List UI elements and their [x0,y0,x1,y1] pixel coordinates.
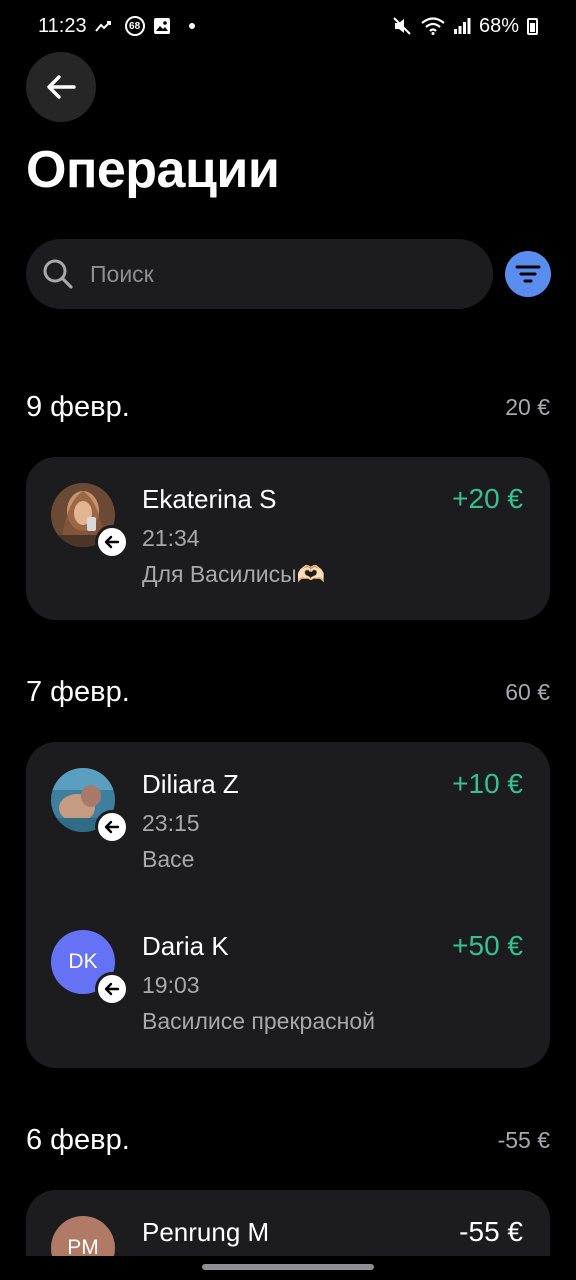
incoming-transfer-badge [95,972,129,1006]
gallery-icon [153,17,171,35]
transaction-amount: +10 € [452,768,523,799]
transaction-name: Diliara Z [142,769,239,799]
back-button[interactable] [26,52,96,122]
transaction-row[interactable]: Ekaterina S 21:34 Для Василисы🫶🏻 +20 € [26,483,550,603]
status-left: 11:23 68 [38,15,195,38]
transaction-time: 19:03 [142,972,200,998]
transaction-name: Ekaterina S [142,484,277,514]
arrow-left-icon [104,535,120,549]
section-header: 9 февр. 20 € [26,391,550,424]
transaction-time: 21:34 [142,525,200,551]
status-right: 68% [393,15,538,38]
transaction-amount: +20 € [452,483,523,514]
transaction-amount: +50 € [452,930,523,961]
section-header: 6 февр. -55 € [26,1124,550,1157]
search-bar[interactable] [26,239,493,309]
mute-icon [393,17,413,35]
transaction-row[interactable]: DK Daria K 19:03 Василисе прекрасной +50… [26,930,550,1050]
section-date: 7 февр. [26,676,130,708]
operations-screen: 11:23 68 68% Операции Поиск 9 февр. 20 €… [0,0,576,1280]
arrow-left-icon [104,982,120,996]
notification-dot-icon [188,23,195,29]
transactions-card: Diliara Z 23:15 Васе +10 € DK Daria K 19… [26,742,550,1068]
wifi-icon [421,17,445,35]
transaction-name: Penrung M [142,1217,270,1247]
notification-count-badge: 68 [124,16,145,36]
transaction-note: Для Василисы🫶🏻 [142,561,326,587]
section-date: 6 февр. [26,1124,130,1156]
transactions-card: Ekaterina S 21:34 Для Василисы🫶🏻 +20 € [26,457,550,620]
filter-button[interactable] [505,251,551,297]
incoming-transfer-badge [95,810,129,844]
incoming-transfer-badge [95,525,129,559]
filter-icon [515,265,541,283]
battery-icon [527,17,538,35]
section-date: 9 февр. [26,391,130,423]
section-header: 7 февр. 60 € [26,676,550,709]
missed-call-icon [94,19,117,33]
arrow-left-icon [104,820,120,834]
arrow-left-icon [47,75,76,99]
search-icon [42,258,74,290]
transaction-amount: -55 € [459,1216,523,1247]
transaction-note: Василисе прекрасной [142,1008,375,1034]
status-time: 11:23 [38,14,87,37]
status-bar: 11:23 68 68% [0,0,576,52]
search-input[interactable] [88,259,452,289]
transaction-name: Daria K [142,931,229,961]
section-total: 60 € [505,679,550,705]
transaction-time: 23:15 [142,810,200,836]
transaction-row[interactable]: Diliara Z 23:15 Васе +10 € [26,768,550,888]
home-indicator[interactable] [202,1264,374,1270]
battery-percent: 68% [478,14,519,37]
section-total: -55 € [497,1127,550,1153]
page-title: Операции [26,141,280,199]
section-total: 20 € [505,394,550,420]
signal-icon [453,17,471,35]
transaction-note: Васе [142,846,195,872]
